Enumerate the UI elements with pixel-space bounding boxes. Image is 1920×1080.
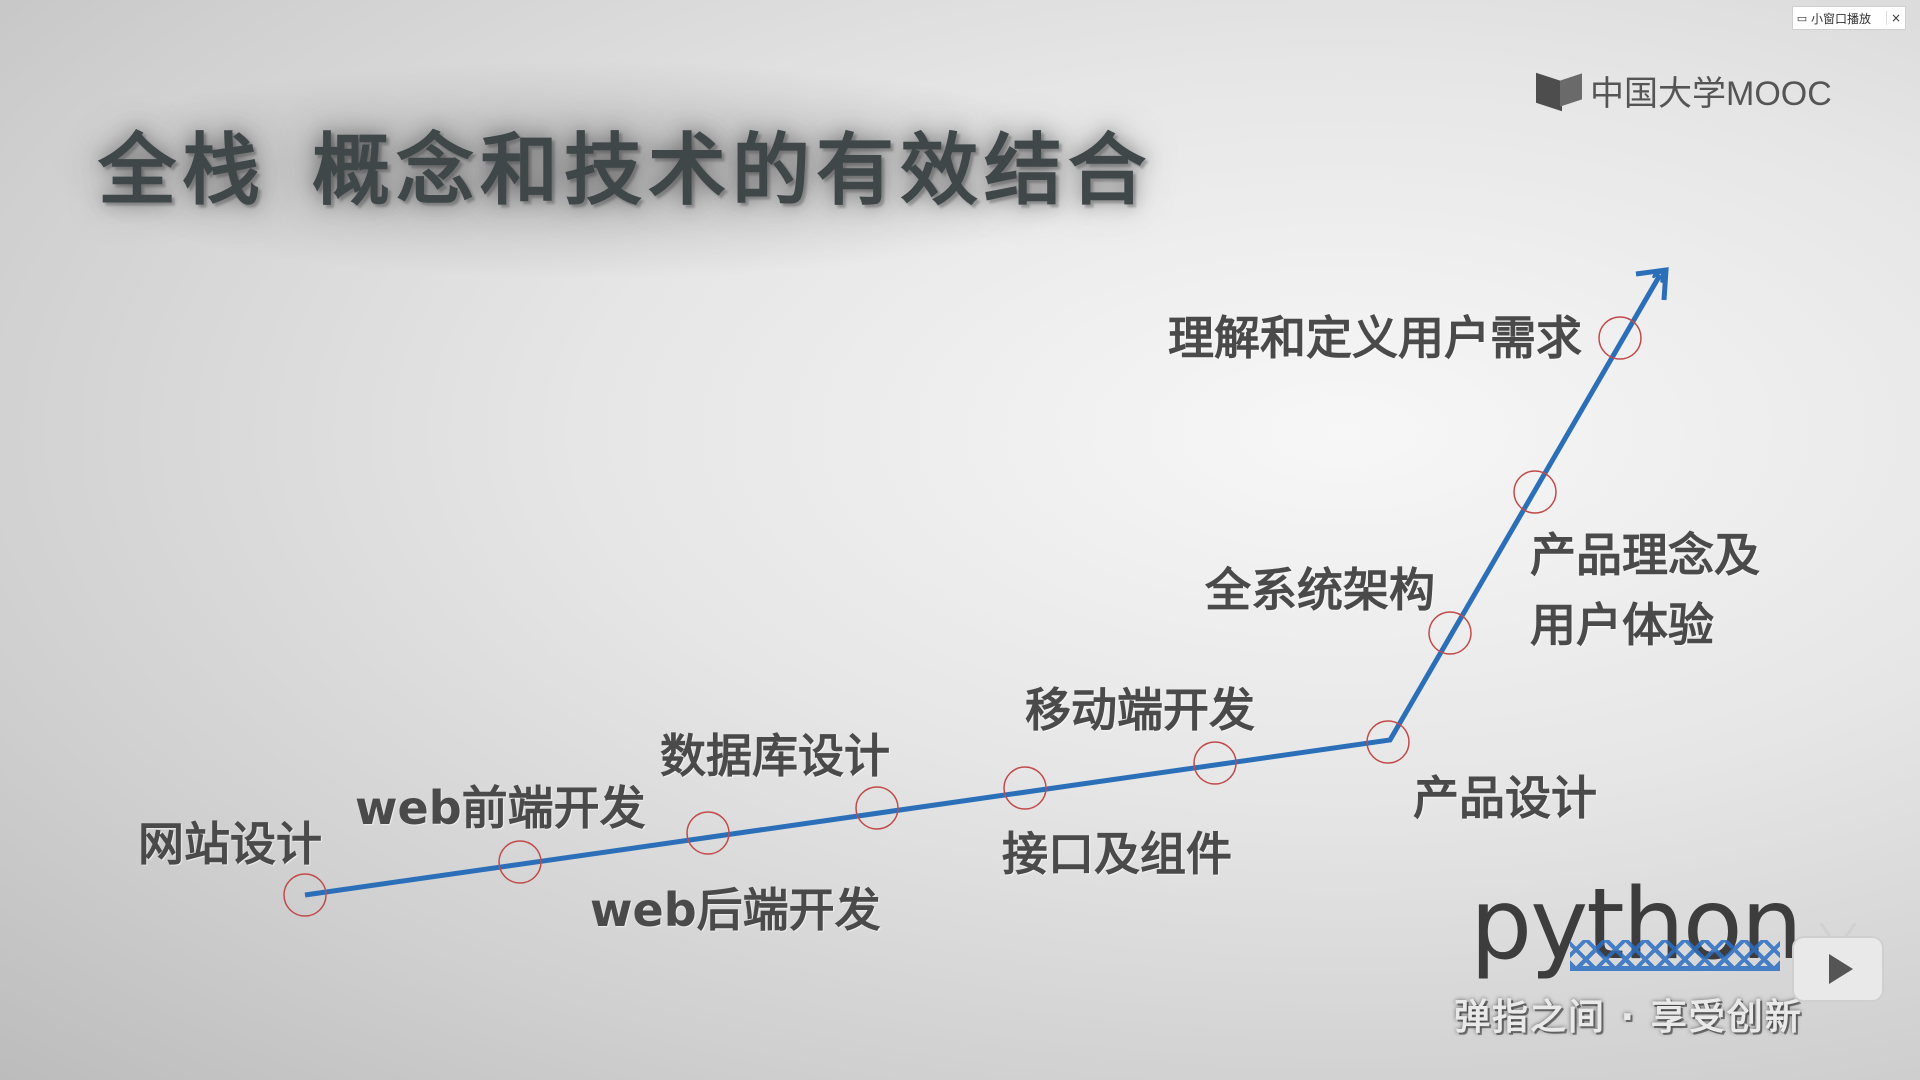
slide-canvas: 全栈 概念和技术的有效结合 中国大学MOOC ▭ 小窗口播放 × 网站设计 web… [0,0,1920,1080]
stage-label-mobile-dev: 移动端开发 [1025,683,1255,737]
stage-label-web-backend: web后端开发 [590,883,881,937]
stage-label-system-architecture: 全系统架构 [1205,563,1435,617]
stage-label-product-concept-ux: 产品理念及 用户体验 [1530,520,1760,660]
stage-label-product-concept-line1: 产品理念及 [1530,528,1760,582]
python-slogan: 弹指之间 · 享受创新 [1454,997,1803,1038]
python-deco-pattern [1570,940,1780,971]
timeline-marker [1598,316,1642,360]
stage-label-website-design: 网站设计 [138,817,322,871]
stage-label-interfaces-components: 接口及组件 [1002,827,1232,881]
play-button[interactable] [1792,936,1884,1002]
play-icon [1829,954,1853,984]
timeline-marker [855,786,899,830]
stage-label-product-concept-line2: 用户体验 [1530,598,1714,652]
arrow-head [1635,267,1669,301]
stage-label-product-design: 产品设计 [1413,771,1597,825]
stage-label-database-design: 数据库设计 [660,729,890,783]
stage-label-user-requirements: 理解和定义用户需求 [1168,311,1582,365]
stage-label-web-frontend: web前端开发 [355,781,646,835]
